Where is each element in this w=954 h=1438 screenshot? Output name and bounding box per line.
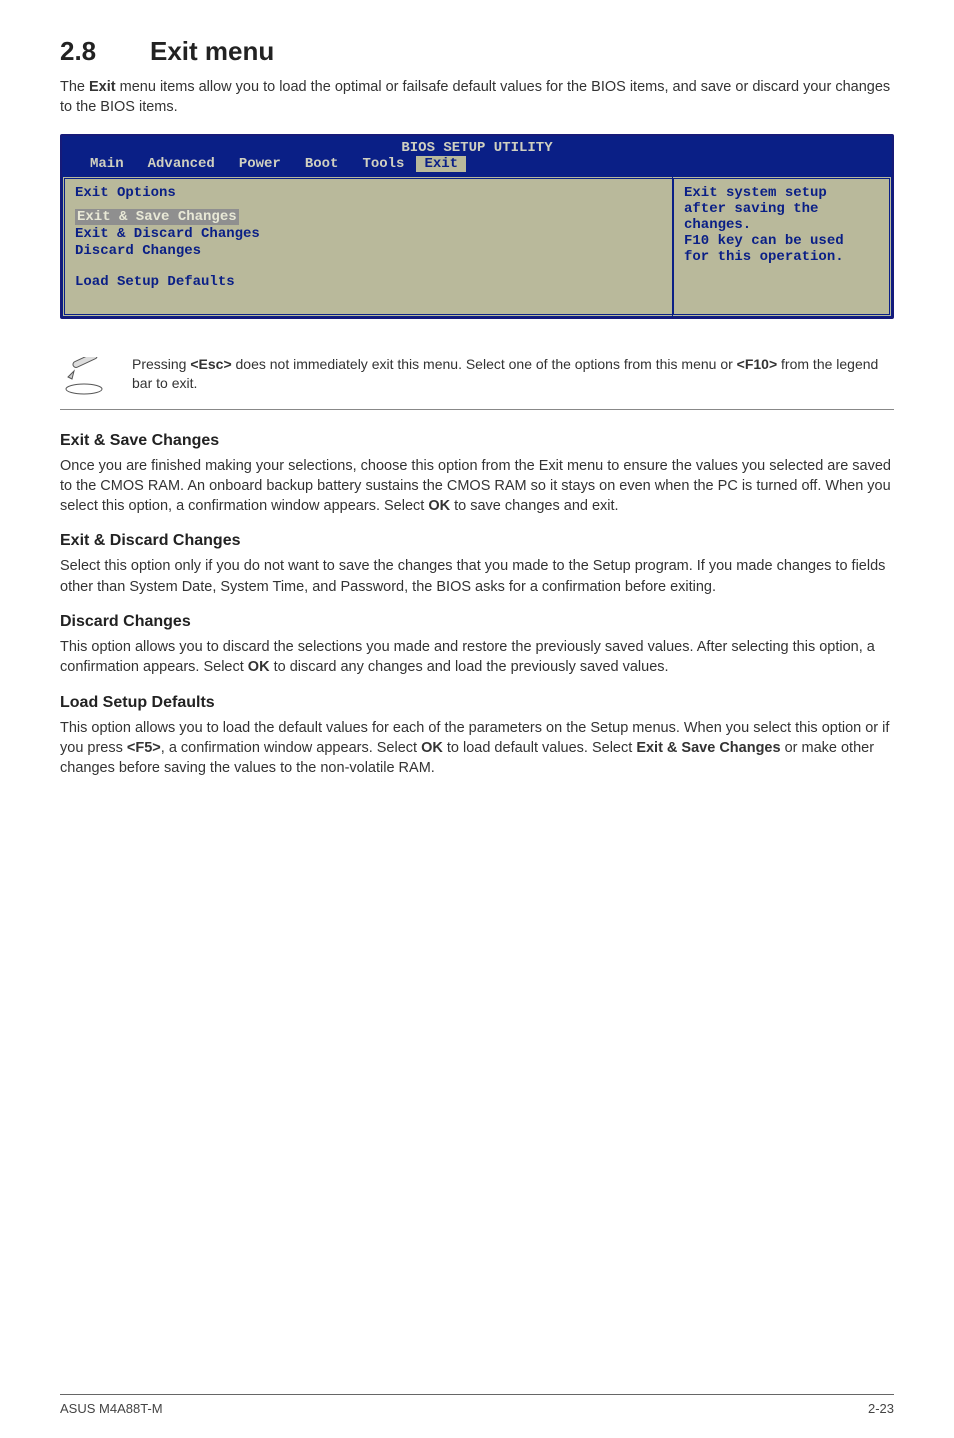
section-heading: Exit menu [150,36,274,66]
intro-paragraph: The Exit menu items allow you to load th… [60,77,894,118]
bios-left-pane: Exit Options Exit & Save Changes Exit & … [62,176,672,317]
sub-discard-body: This option allows you to discard the se… [60,637,894,678]
note-pre: Pressing [132,356,190,372]
bios-help-line: after saving the [684,201,879,217]
sub-exit-discard-title: Exit & Discard Changes [60,532,894,550]
bios-exit-options-heading: Exit Options [75,185,662,201]
bios-help-line: Exit system setup [684,185,879,201]
sub-load-defaults-body: This option allows you to load the defau… [60,718,894,779]
sub-exit-save-body: Once you are finished making your select… [60,456,894,517]
note-f10: <F10> [737,356,777,372]
bios-tab-advanced[interactable]: Advanced [136,156,227,172]
bios-tab-exit[interactable]: Exit [416,156,466,172]
bios-item-exit-save[interactable]: Exit & Save Changes [75,209,239,225]
text-bold: OK [428,498,450,514]
sub-exit-discard-body: Select this option only if you do not wa… [60,556,894,597]
bios-help-line: F10 key can be used [684,233,879,249]
footer-right: 2-23 [868,1401,894,1416]
text: to load default values. Select [443,740,636,756]
text-bold: <F5> [127,740,161,756]
intro-bold: Exit [89,79,116,95]
note-block: Pressing <Esc> does not immediately exit… [60,355,894,410]
bios-tab-main[interactable]: Main [78,156,136,172]
sub-discard-title: Discard Changes [60,613,894,631]
text: , a confirmation window appears. Select [161,740,421,756]
bios-item-exit-discard[interactable]: Exit & Discard Changes [75,226,662,242]
bios-right-pane: Exit system setup after saving the chang… [672,176,892,317]
text-bold: OK [248,659,270,675]
bios-item-discard[interactable]: Discard Changes [75,243,662,259]
section-title: 2.8Exit menu [60,36,894,67]
bios-help-line: changes. [684,217,879,233]
bios-header-title: BIOS SETUP UTILITY [62,136,892,156]
text-bold: OK [421,740,443,756]
intro-post: menu items allow you to load the optimal… [60,79,890,115]
bios-tabs: Main Advanced Power Boot Tools Exit [62,156,892,174]
pencil-note-icon [64,357,108,395]
bios-tab-power[interactable]: Power [227,156,293,172]
intro-pre: The [60,79,89,95]
text: to discard any changes and load the prev… [270,659,669,675]
text: Select this option only if you do not wa… [60,558,885,594]
footer-left: ASUS M4A88T-M [60,1401,163,1416]
page-footer: ASUS M4A88T-M 2-23 [60,1394,894,1416]
text: to save changes and exit. [450,498,618,514]
note-mid: does not immediately exit this menu. Sel… [232,356,737,372]
note-esc: <Esc> [190,356,231,372]
note-text: Pressing <Esc> does not immediately exit… [132,355,894,394]
bios-help-line: for this operation. [684,249,879,265]
section-number: 2.8 [60,36,150,67]
bios-item-load-defaults[interactable]: Load Setup Defaults [75,274,662,290]
bios-content: Exit Options Exit & Save Changes Exit & … [62,174,892,317]
bios-tab-boot[interactable]: Boot [293,156,351,172]
sub-load-defaults-title: Load Setup Defaults [60,694,894,712]
bios-panel: BIOS SETUP UTILITY Main Advanced Power B… [60,134,894,319]
text-bold: Exit & Save Changes [636,740,780,756]
bios-tab-tools[interactable]: Tools [350,156,416,172]
sub-exit-save-title: Exit & Save Changes [60,432,894,450]
